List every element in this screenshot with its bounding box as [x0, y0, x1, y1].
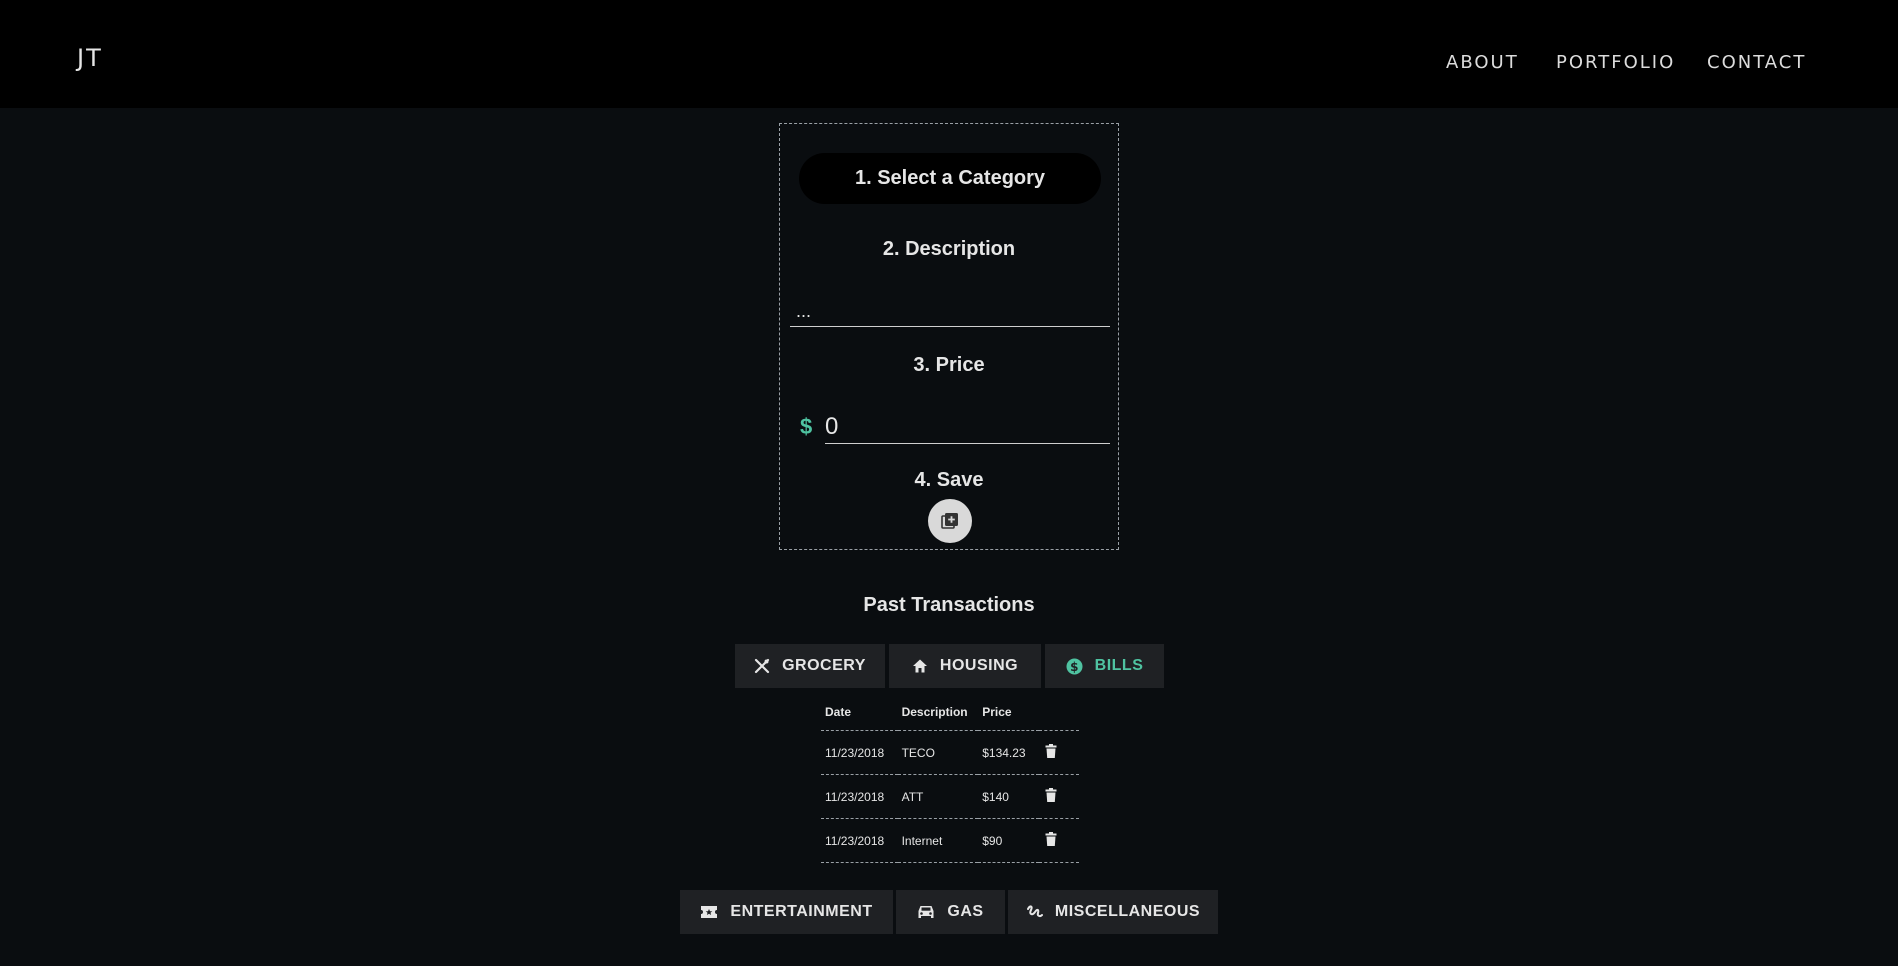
step-description-heading: 2. Description — [882, 238, 1016, 260]
row-date: 11/23/2018 — [821, 818, 898, 863]
column-header-date: Date — [821, 694, 898, 731]
add-to-library-icon — [941, 513, 958, 529]
row-price: $90 — [978, 818, 1039, 863]
delete-button[interactable] — [1038, 730, 1079, 775]
delete-button[interactable] — [1038, 818, 1079, 863]
utensils-icon — [754, 658, 770, 674]
dollar-sign-icon: $ — [800, 414, 813, 439]
row-date: 11/23/2018 — [821, 774, 898, 819]
description-input[interactable]: ... — [790, 297, 1110, 327]
tab-bills[interactable]: $ BILLS — [1045, 644, 1164, 688]
table-row: 11/23/2018 ATT $140 — [821, 774, 1079, 819]
column-header-description: Description — [897, 694, 979, 731]
svg-text:$: $ — [1070, 659, 1079, 673]
column-header-actions — [1038, 694, 1079, 731]
step-price-heading: 3. Price — [913, 354, 985, 376]
tab-entertainment[interactable]: ENTERTAINMENT — [680, 890, 893, 934]
save-button[interactable] — [928, 499, 972, 543]
nav-contact-link[interactable]: CONTACT — [1707, 52, 1806, 73]
tab-grocery[interactable]: GROCERY — [735, 644, 885, 688]
gesture-icon — [1026, 905, 1043, 918]
row-description: Internet — [897, 818, 979, 863]
tab-miscellaneous-label: MISCELLANEOUS — [1054, 903, 1201, 920]
tab-gas-label: GAS — [947, 903, 984, 920]
nav-about-link[interactable]: ABOUT — [1446, 52, 1519, 73]
row-description: TECO — [897, 730, 979, 775]
tab-entertainment-label: ENTERTAINMENT — [730, 903, 873, 920]
price-input[interactable]: 0 — [825, 410, 1110, 444]
trash-icon — [1045, 832, 1057, 846]
dollar-circle-icon: $ — [1066, 658, 1083, 674]
tab-housing-label: HOUSING — [939, 657, 1019, 674]
row-description: ATT — [897, 774, 979, 819]
transaction-form: 1. Select a Category 2. Description ... … — [779, 123, 1119, 550]
column-header-price: Price — [978, 694, 1039, 731]
ticket-icon — [701, 906, 718, 918]
table-row: 11/23/2018 TECO $134.23 — [821, 730, 1079, 775]
home-icon — [912, 659, 927, 673]
table-row: 11/23/2018 Internet $90 — [821, 818, 1079, 863]
trash-icon — [1045, 788, 1057, 802]
car-icon — [918, 906, 934, 918]
tab-gas[interactable]: GAS — [896, 890, 1005, 934]
transactions-table: Date Description Price 11/23/2018 TECO $… — [821, 694, 1079, 863]
select-category-button[interactable]: 1. Select a Category — [799, 153, 1101, 204]
tab-grocery-label: GROCERY — [782, 657, 866, 674]
brand-logo[interactable]: JT — [77, 44, 103, 72]
past-transactions-heading: Past Transactions — [863, 594, 1035, 616]
tab-housing[interactable]: HOUSING — [889, 644, 1041, 688]
delete-button[interactable] — [1038, 774, 1079, 819]
nav-portfolio-link[interactable]: PORTFOLIO — [1556, 52, 1675, 73]
trash-icon — [1045, 744, 1057, 758]
tab-miscellaneous[interactable]: MISCELLANEOUS — [1008, 890, 1218, 934]
table-header-row: Date Description Price — [821, 694, 1079, 731]
row-price: $140 — [978, 774, 1039, 819]
row-date: 11/23/2018 — [821, 730, 898, 775]
step-save-heading: 4. Save — [914, 469, 984, 491]
row-price: $134.23 — [978, 730, 1039, 775]
top-navbar: JT ABOUT PORTFOLIO CONTACT — [0, 0, 1898, 108]
tab-bills-label: BILLS — [1094, 657, 1144, 674]
